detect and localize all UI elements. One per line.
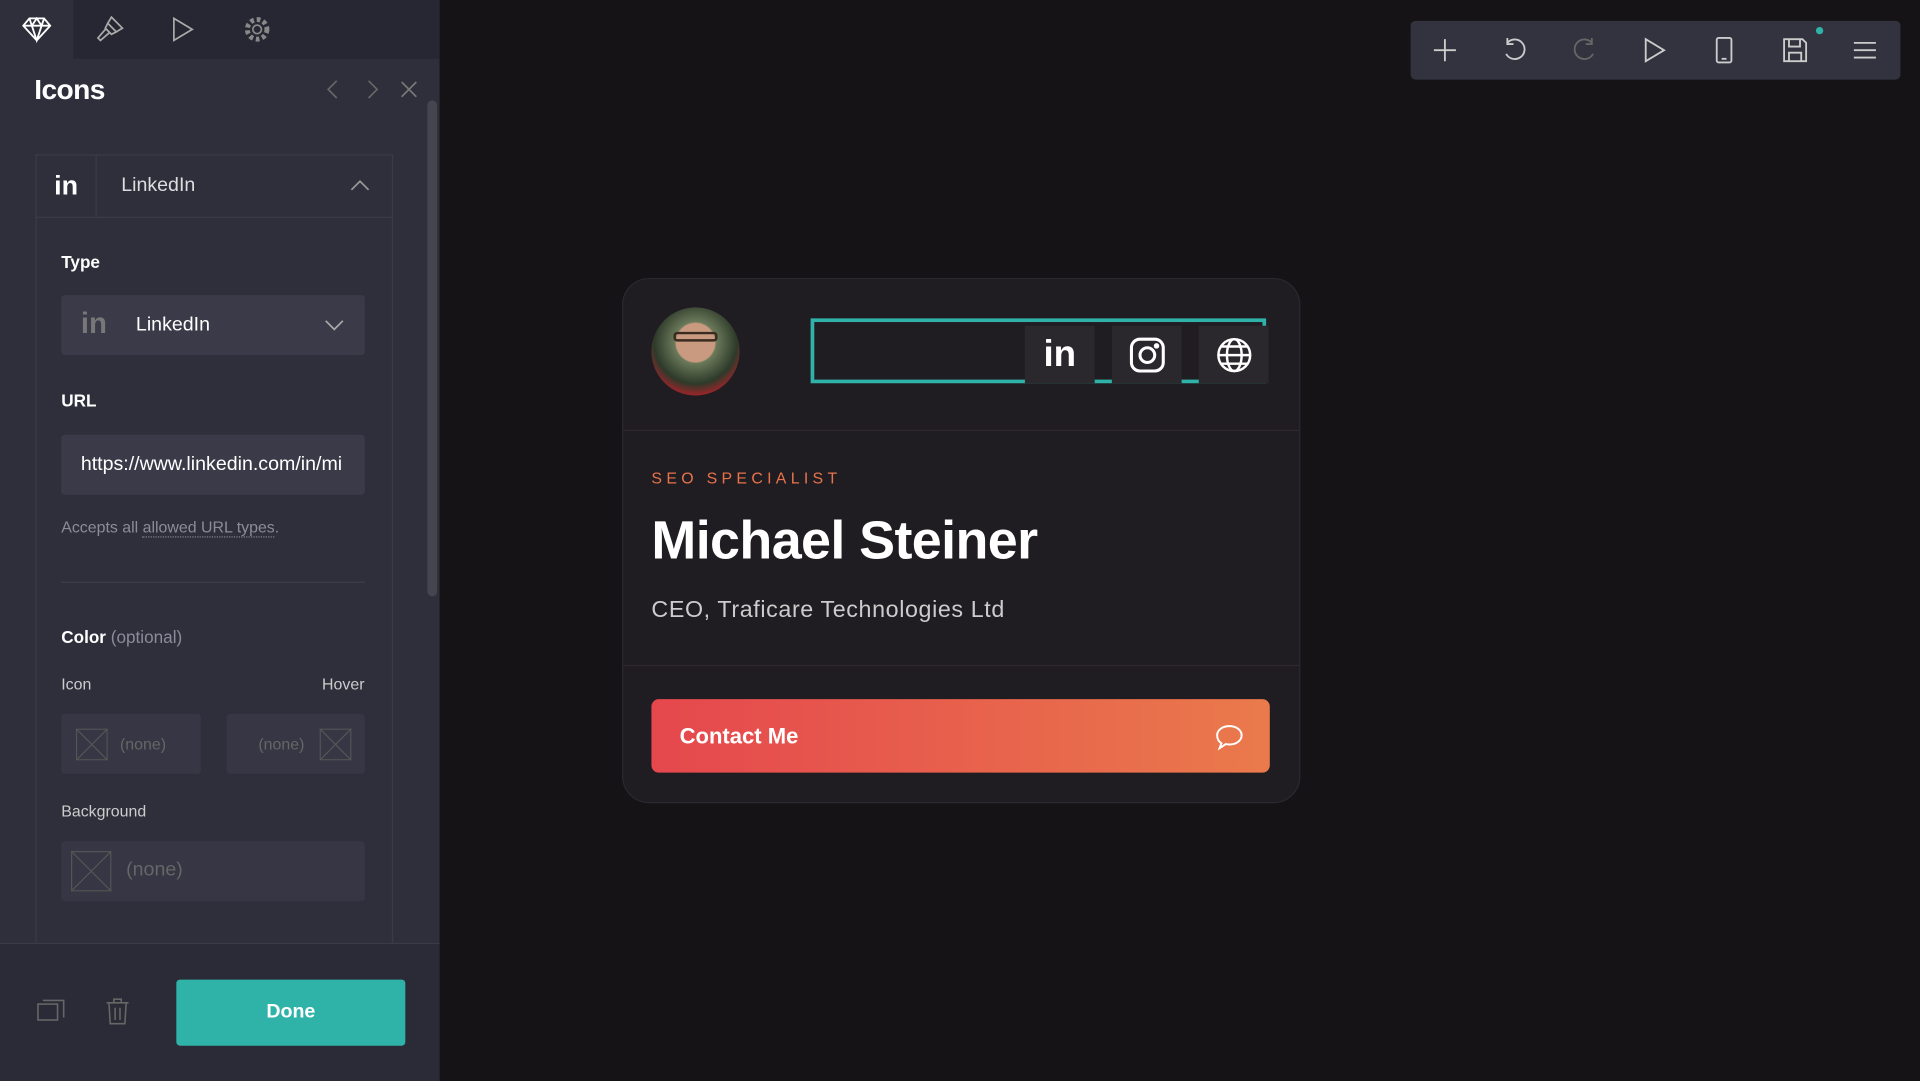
avatar xyxy=(651,307,740,396)
diamond-icon xyxy=(22,16,52,44)
chevron-up-icon[interactable] xyxy=(349,176,371,193)
menu-icon[interactable] xyxy=(1850,36,1879,65)
panel-footer: Done xyxy=(0,942,440,1081)
divider xyxy=(623,429,1300,432)
back-button[interactable] xyxy=(324,78,341,100)
no-color-swatch-icon xyxy=(71,851,112,892)
divider xyxy=(61,581,365,583)
play-icon xyxy=(173,16,194,42)
panel-tabs xyxy=(0,0,440,59)
url-hint: Accepts all allowed URL types. xyxy=(61,517,280,538)
hover-color-picker[interactable]: (none) xyxy=(226,713,365,774)
background-color-picker[interactable]: (none) xyxy=(61,841,365,902)
icon-item-editor: in LinkedIn Type in LinkedIn URL https:/… xyxy=(35,154,394,952)
app: Icons in LinkedIn Type in LinkedIn URL h… xyxy=(0,0,1920,1081)
background-color-value: (none) xyxy=(126,859,183,881)
redo-icon[interactable] xyxy=(1570,36,1599,65)
contact-label: Contact Me xyxy=(679,723,799,749)
background-color-label: Background xyxy=(61,802,147,821)
hint-suffix: . xyxy=(274,517,280,537)
icon-color-label: Icon xyxy=(61,674,92,694)
globe-icon xyxy=(1216,337,1251,372)
paintbrush-icon xyxy=(96,15,124,42)
tab-settings[interactable] xyxy=(220,0,293,59)
preview-play-icon[interactable] xyxy=(1640,36,1669,65)
url-input[interactable]: https://www.linkedin.com/in/mi xyxy=(61,434,365,495)
social-linkedin-link[interactable]: in xyxy=(1024,325,1095,384)
icon-color-picker[interactable]: (none) xyxy=(61,713,201,774)
chat-bubble-icon xyxy=(1216,725,1243,751)
profile-name: Michael Steiner xyxy=(651,510,1038,571)
linkedin-icon: in xyxy=(80,307,107,341)
allowed-url-types-link[interactable]: allowed URL types xyxy=(142,517,275,538)
gear-icon xyxy=(244,17,270,42)
instagram-icon xyxy=(1129,337,1165,372)
panel-title: Icons xyxy=(34,73,105,106)
icon-color-value: (none) xyxy=(120,734,167,754)
hover-color-label: Hover xyxy=(322,674,365,694)
chevron-left-icon xyxy=(326,80,338,99)
panel-scrollbar[interactable] xyxy=(427,100,438,597)
tab-style[interactable] xyxy=(73,0,146,59)
no-color-swatch-icon xyxy=(75,728,108,761)
contact-me-button[interactable]: Contact Me xyxy=(651,699,1270,773)
type-value: LinkedIn xyxy=(135,314,211,336)
no-color-swatch-icon xyxy=(319,728,352,761)
color-label: Color xyxy=(61,626,106,647)
url-label: URL xyxy=(61,390,97,411)
social-website-link[interactable] xyxy=(1198,325,1269,384)
add-icon[interactable] xyxy=(1430,36,1459,65)
unsaved-indicator xyxy=(1815,26,1824,35)
tab-preview[interactable] xyxy=(146,0,219,59)
type-select[interactable]: in LinkedIn xyxy=(61,295,365,356)
social-instagram-link[interactable] xyxy=(1111,325,1182,384)
undo-icon[interactable] xyxy=(1500,36,1529,65)
linkedin-icon: in xyxy=(1043,333,1077,375)
done-button[interactable]: Done xyxy=(176,979,406,1046)
chevron-right-icon xyxy=(367,80,379,99)
hover-color-value: (none) xyxy=(258,734,305,754)
close-icon xyxy=(401,81,417,98)
save-icon[interactable] xyxy=(1780,36,1809,65)
type-label: Type xyxy=(61,252,100,272)
icon-item-header[interactable]: in LinkedIn xyxy=(36,155,392,218)
duplicate-icon[interactable] xyxy=(37,999,66,1026)
close-button[interactable] xyxy=(399,78,419,100)
mobile-view-icon[interactable] xyxy=(1709,36,1738,65)
linkedin-icon: in xyxy=(37,155,97,217)
profile-card: in SEO SPECIALIST Michael Steiner CEO, T… xyxy=(622,277,1301,804)
color-heading: Color (optional) xyxy=(61,627,182,647)
divider xyxy=(623,664,1300,667)
trash-icon[interactable] xyxy=(105,998,129,1025)
role-label: SEO SPECIALIST xyxy=(651,468,842,488)
forward-button[interactable] xyxy=(364,78,381,100)
avatar-glasses xyxy=(673,331,718,342)
social-icons-selected[interactable]: in xyxy=(810,318,1269,384)
sidebar-panel: Icons in LinkedIn Type in LinkedIn URL h… xyxy=(0,0,440,1081)
hint-text: Accepts all xyxy=(61,517,143,537)
icon-item-label: LinkedIn xyxy=(121,175,196,196)
editor-toolbar xyxy=(1410,20,1901,80)
url-value: https://www.linkedin.com/in/mi xyxy=(80,454,343,476)
profile-subtitle: CEO, Traficare Technologies Ltd xyxy=(651,597,1005,624)
optional-label: (optional) xyxy=(110,626,183,647)
chevron-down-icon xyxy=(325,320,344,331)
tab-content[interactable] xyxy=(0,0,74,59)
